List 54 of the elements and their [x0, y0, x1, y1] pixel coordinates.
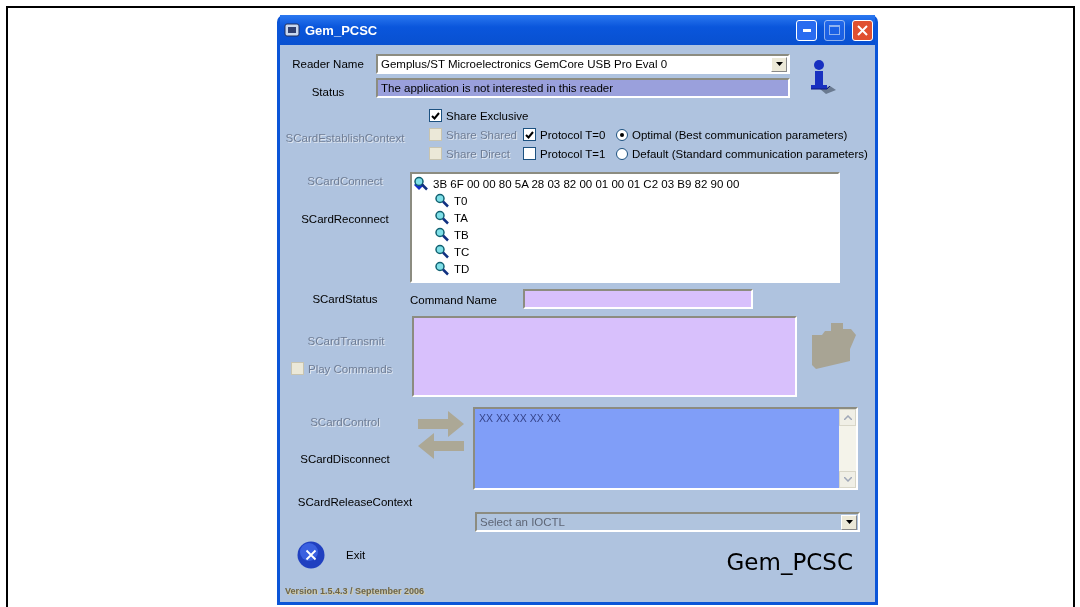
radio-button[interactable] [616, 128, 628, 141]
app-logo: Gem_PCSC [726, 549, 853, 575]
option-label: Optimal (Best communication parameters) [632, 128, 848, 141]
option-label: Share Shared [446, 128, 517, 141]
tree-item[interactable]: T0 [454, 194, 468, 207]
tree-item[interactable]: TB [454, 228, 469, 241]
function-label[interactable]: SCardStatus [312, 293, 378, 305]
transmit-field[interactable] [412, 316, 797, 397]
checkbox[interactable] [429, 109, 442, 122]
tree-item[interactable]: TA [454, 211, 468, 224]
tree-item[interactable]: TD [454, 262, 470, 275]
card-magnifier-icon [413, 176, 429, 191]
checkbox[interactable] [523, 128, 536, 141]
magnifier-icon [434, 261, 450, 276]
caret-icon [775, 62, 783, 66]
magnifier-icon [434, 210, 450, 225]
version-text: Version 1.5.4.3 / September 2006 [284, 586, 426, 596]
maximize-button[interactable] [824, 19, 845, 41]
status-field: The application is not interested in this reader [376, 78, 790, 98]
reader-select[interactable]: Gemplus/ST Microelectronics GemCore USB Pro Eval 0 [376, 54, 790, 74]
close-button[interactable] [852, 19, 873, 41]
function-label[interactable]: SCardDisconnect [300, 453, 390, 465]
radio-button[interactable] [616, 147, 628, 160]
function-label[interactable]: SCardReleaseContext [297, 496, 413, 508]
checkbox[interactable] [523, 147, 536, 160]
exchange-arrows-icon [418, 411, 464, 459]
close-icon [857, 24, 868, 36]
maximize-icon [829, 25, 840, 35]
window-title: Gem_PCSC [305, 22, 379, 38]
option-label: Play Commands [308, 362, 393, 375]
option-label: Protocol T=1 [540, 147, 606, 160]
minimize-icon [802, 28, 811, 32]
dropdown-button[interactable] [841, 514, 857, 530]
function-label[interactable]: SCardReconnect [301, 213, 389, 225]
atr-tree[interactable]: 3B 6F 00 00 80 5A 28 03 82 00 01 00 01 C2 03 B9 82 90 00 T0 TA TB TC TD [410, 172, 840, 283]
tree-item[interactable]: 3B 6F 00 00 80 5A 28 03 82 00 01 00 01 C2 03 B9 82 90 00 [433, 177, 740, 190]
option-label: Default (Standard communication parameters) [632, 147, 868, 160]
caret-icon [845, 520, 853, 524]
option-label: Share Exclusive [446, 109, 529, 122]
dropdown-button[interactable] [771, 56, 787, 72]
magnifier-icon [434, 193, 450, 208]
option-label: Share Direct [446, 147, 510, 160]
exit-button[interactable]: Exit [297, 541, 366, 569]
magnifier-icon [434, 227, 450, 242]
command-name-field[interactable] [523, 289, 753, 309]
field-label: Reader Name [292, 58, 364, 70]
magnifier-icon [434, 244, 450, 259]
field-label: Status [311, 86, 345, 98]
folder-icon [810, 321, 858, 371]
minimize-button[interactable] [796, 19, 817, 41]
field-label: Command Name [410, 294, 498, 306]
option-label: Protocol T=0 [540, 128, 606, 141]
tree-item[interactable]: TC [454, 245, 470, 258]
app-icon [284, 23, 300, 37]
